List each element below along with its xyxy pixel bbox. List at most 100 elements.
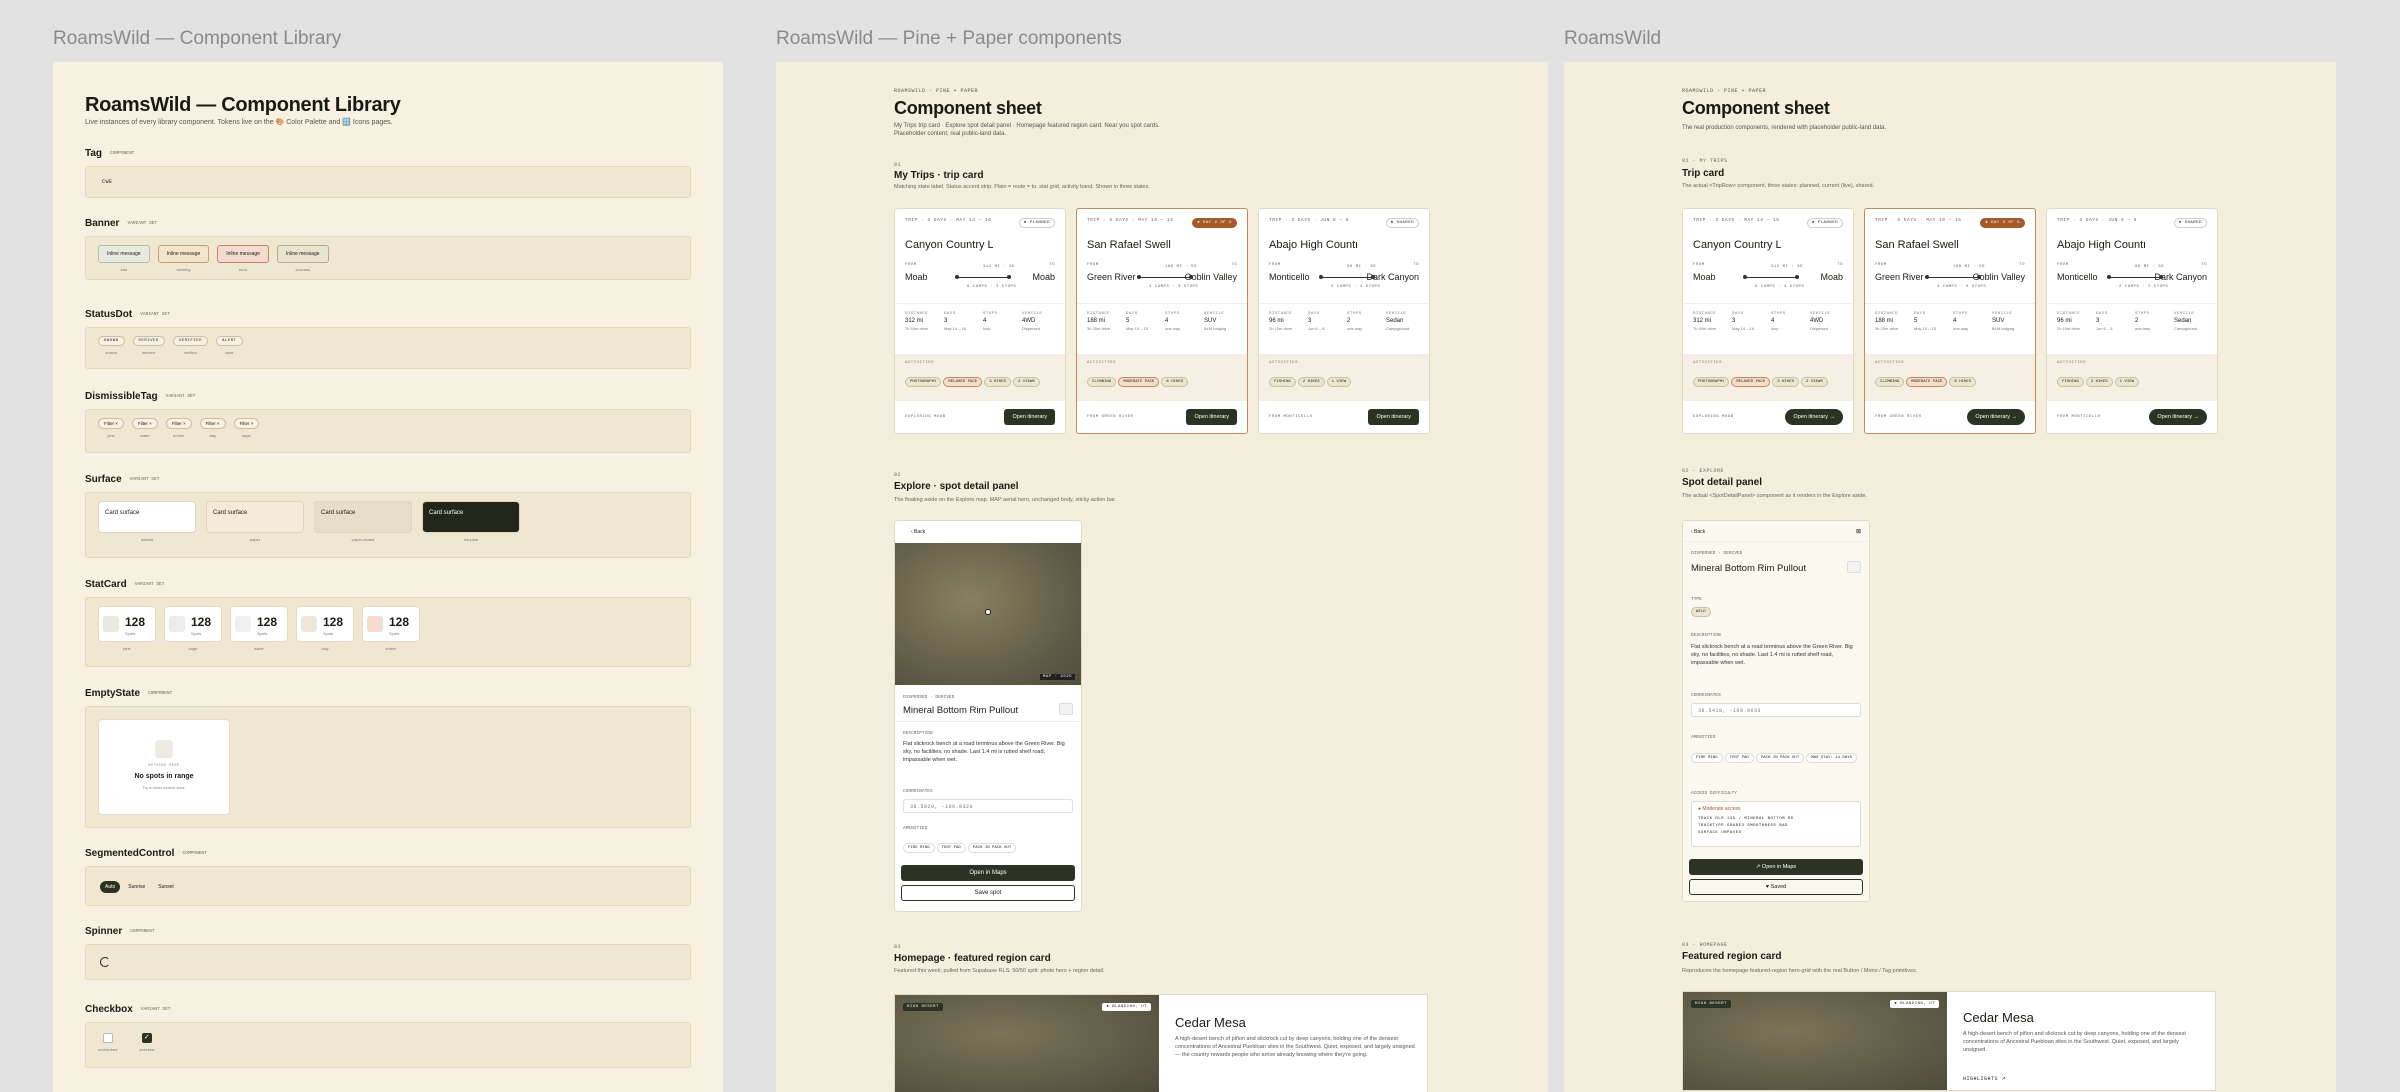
access-box: ● Moderate access TRACK DLR 135 / MINERA… <box>1691 801 1861 847</box>
open-itinerary-button[interactable]: Open itinerary <box>1004 409 1055 425</box>
back-button[interactable]: ‹ Back <box>911 529 925 535</box>
dismissible-tag[interactable]: Filter × <box>131 418 158 429</box>
stat-sub: one-way <box>2135 326 2151 331</box>
section-title: Spot detail panel <box>1682 477 1763 488</box>
variant-caption: clay <box>209 433 217 438</box>
stat-key: VEHICLE <box>1810 312 1831 316</box>
stat-cell: DAYS 3 Jun 6 – 8 <box>2096 310 2129 348</box>
section-desc: Reproduces the homepage featured-region … <box>1682 968 1918 974</box>
statusdot-variant: ALERT alert <box>216 336 243 355</box>
bookmark-icon[interactable] <box>1847 561 1861 573</box>
tag-sample: cwe <box>102 179 113 185</box>
segment-option[interactable]: Sunset <box>153 881 179 893</box>
section-title: My Trips · trip card <box>894 170 984 181</box>
stat-key: DAYS <box>1914 312 1926 316</box>
trip-stats: DISTANCE 188 mi 3h 20m drive DAYS 5 May 10 – … <box>1865 303 2035 355</box>
stat-sub: 7h 40m drive <box>1693 326 1717 331</box>
featured-region-card[interactable]: HIGH DESERT ● BLANDING, UT Cedar Mesa A … <box>894 994 1428 1092</box>
inline-message: Inline message <box>217 245 269 263</box>
activities-label: ACTIVITIES <box>1087 361 1117 365</box>
stat-cell: DAYS 5 May 10 – 15 <box>1126 310 1159 348</box>
surface-section: Surface VARIANT SET Card surface default Ca… <box>85 472 691 558</box>
stat-cell: VEHICLE SUV BLM lodging <box>1204 310 1237 348</box>
open-itinerary-button[interactable]: Open itinerary <box>1186 409 1237 425</box>
checkbox-checked[interactable]: ✓ <box>141 1033 152 1043</box>
stat-cell: VEHICLE SUV BLM lodging <box>1992 310 2025 348</box>
statusdot-variant: VERIFIED verified <box>172 336 209 355</box>
stat-label: Spots <box>257 630 268 636</box>
spot-eyebrow: DISPERSED · DERIVED <box>903 695 955 700</box>
route-from-label: FROM <box>1693 263 1705 267</box>
trip-card[interactable]: TRIP · 5 DAYS · MAY 10 — 15 ● DAY 2 OF 5 S… <box>1864 208 2036 434</box>
stat-sub: 7h 40m drive <box>905 326 929 331</box>
variant-caption: pine <box>107 433 115 438</box>
close-icon[interactable]: ⊠ <box>1856 528 1861 535</box>
stat-cell: DISTANCE 312 mi 7h 40m drive <box>905 310 938 348</box>
checkbox-unchecked[interactable] <box>102 1033 113 1043</box>
stat-key: DISTANCE <box>2057 312 2081 316</box>
stat-sub: Campground <box>1386 326 1410 331</box>
trip-footer: EXPLORING MOAB Open itinerary <box>905 409 1055 425</box>
dismissible-tag[interactable]: Filter × <box>233 418 260 429</box>
region-description: A high-desert bench of piñon and slickro… <box>1963 1031 2186 1053</box>
stat-value: 128 <box>389 614 410 629</box>
trip-card[interactable]: TRIP · 3 DAYS · MAY 14 — 16 ● PLANNED Cany… <box>894 208 1066 434</box>
dismissible-tag[interactable]: Filter × <box>98 418 124 429</box>
spot-eyebrow: DISPERSED · DERIVED <box>1691 551 1743 556</box>
card-surface: Card surface <box>422 501 520 533</box>
variant-caption: paper <box>249 537 261 542</box>
section-name: Surface <box>85 473 122 485</box>
route-distance: 96 MI · 3D <box>2135 265 2165 269</box>
coordinates-field[interactable]: 38.5410, -109.9033 <box>1691 703 1861 717</box>
route-line <box>1743 275 1799 279</box>
segment-option[interactable]: Sunrise <box>123 881 150 893</box>
library-subtitle: Live instances of every library componen… <box>85 119 393 126</box>
trip-card[interactable]: TRIP · 3 DAYS · MAY 14 — 16 ● PLANNED Cany… <box>1682 208 1854 434</box>
trip-stats: DISTANCE 312 mi 7h 40m drive DAYS 3 May 14 – … <box>1683 303 1853 355</box>
stat-value: 5 <box>1126 318 1130 324</box>
sheet-subtitle: The real production components, rendered… <box>1682 125 1887 131</box>
trip-status-badge: ● PLANNED <box>1018 218 1055 228</box>
variant-caption: error <box>238 267 248 272</box>
open-itinerary-button[interactable]: Open itinerary <box>1368 409 1419 425</box>
save-spot-button[interactable]: Save spot <box>901 885 1075 901</box>
route-destination: Moab <box>1820 272 1843 282</box>
activity-chip: 2 VIEWS <box>1013 377 1040 387</box>
activity-band: ACTIVITIES FISHING 2 HIKES 1 VIEW <box>1259 355 1429 401</box>
surface-variant: Card surface paper <box>206 501 304 542</box>
activities-label: ACTIVITIES <box>1875 361 1905 365</box>
dismissible-tag[interactable]: Filter × <box>165 418 192 429</box>
segmented-section: SegmentedControl COMPONENT Auto Sunrise Sun… <box>85 846 691 906</box>
highlights-link[interactable]: HIGHLIGHTS ↗ <box>1963 1076 2006 1082</box>
featured-region-card[interactable]: HIGH DESERT ● BLANDING, UT Cedar Mesa A … <box>1682 991 2216 1091</box>
route-origin: Monticello <box>2057 272 2098 282</box>
trip-title: San Rafael Swell <box>1087 239 1171 251</box>
saved-button[interactable]: ♥ Saved <box>1689 879 1863 895</box>
trip-status-badge: ● SHARED <box>1385 218 1419 228</box>
open-itinerary-button[interactable]: Open itinerary → <box>2149 409 2207 425</box>
open-in-maps-button[interactable]: Open in Maps <box>901 865 1075 881</box>
trip-card[interactable]: TRIP · 3 DAYS · JUN 6 — 8 ● SHARED Abajo H… <box>1258 208 1430 434</box>
coordinates-field[interactable]: 38.5020, -109.9320 <box>903 799 1073 813</box>
trip-card[interactable]: TRIP · 5 DAYS · MAY 10 — 15 ● DAY 2 OF 5 S… <box>1076 208 1248 434</box>
card-surface: Card surface <box>314 501 412 533</box>
access-line: TRACKTYPE GRADE3 SMOOTHNESS BAD <box>1698 824 1788 828</box>
stat-value: 128 <box>191 614 212 629</box>
open-itinerary-button[interactable]: Open itinerary → <box>1785 409 1843 425</box>
dismissible-tag[interactable]: Filter × <box>199 418 226 429</box>
stat-value: 2 <box>2135 318 2139 324</box>
route-origin: Monticello <box>1269 272 1310 282</box>
back-button[interactable]: ‹ Back <box>1691 529 1705 535</box>
trip-footer: EXPLORING MOAB Open itinerary → <box>1693 409 1843 425</box>
spot-detail-panel: ‹ Back MAP · 2025 DISPERSED · DERIVED Mi… <box>894 520 1082 912</box>
trip-card[interactable]: TRIP · 3 DAYS · JUN 6 — 8 ● SHARED Abajo H… <box>2046 208 2218 434</box>
stat-sub: 3h 20m drive <box>1875 326 1899 331</box>
stat-label: Spots <box>323 630 334 636</box>
stat-cell: STOPS 4 loop <box>983 310 1016 348</box>
section-desc: The actual <SpotDetailPanel> component a… <box>1682 493 1867 499</box>
trip-origin-note: FROM MONTICELLO <box>2057 415 2101 419</box>
bookmark-icon[interactable] <box>1059 703 1073 715</box>
open-itinerary-button[interactable]: Open itinerary → <box>1967 409 2025 425</box>
open-in-maps-button[interactable]: ↗ Open in Maps <box>1689 859 1863 875</box>
segment-option[interactable]: Auto <box>100 881 121 893</box>
